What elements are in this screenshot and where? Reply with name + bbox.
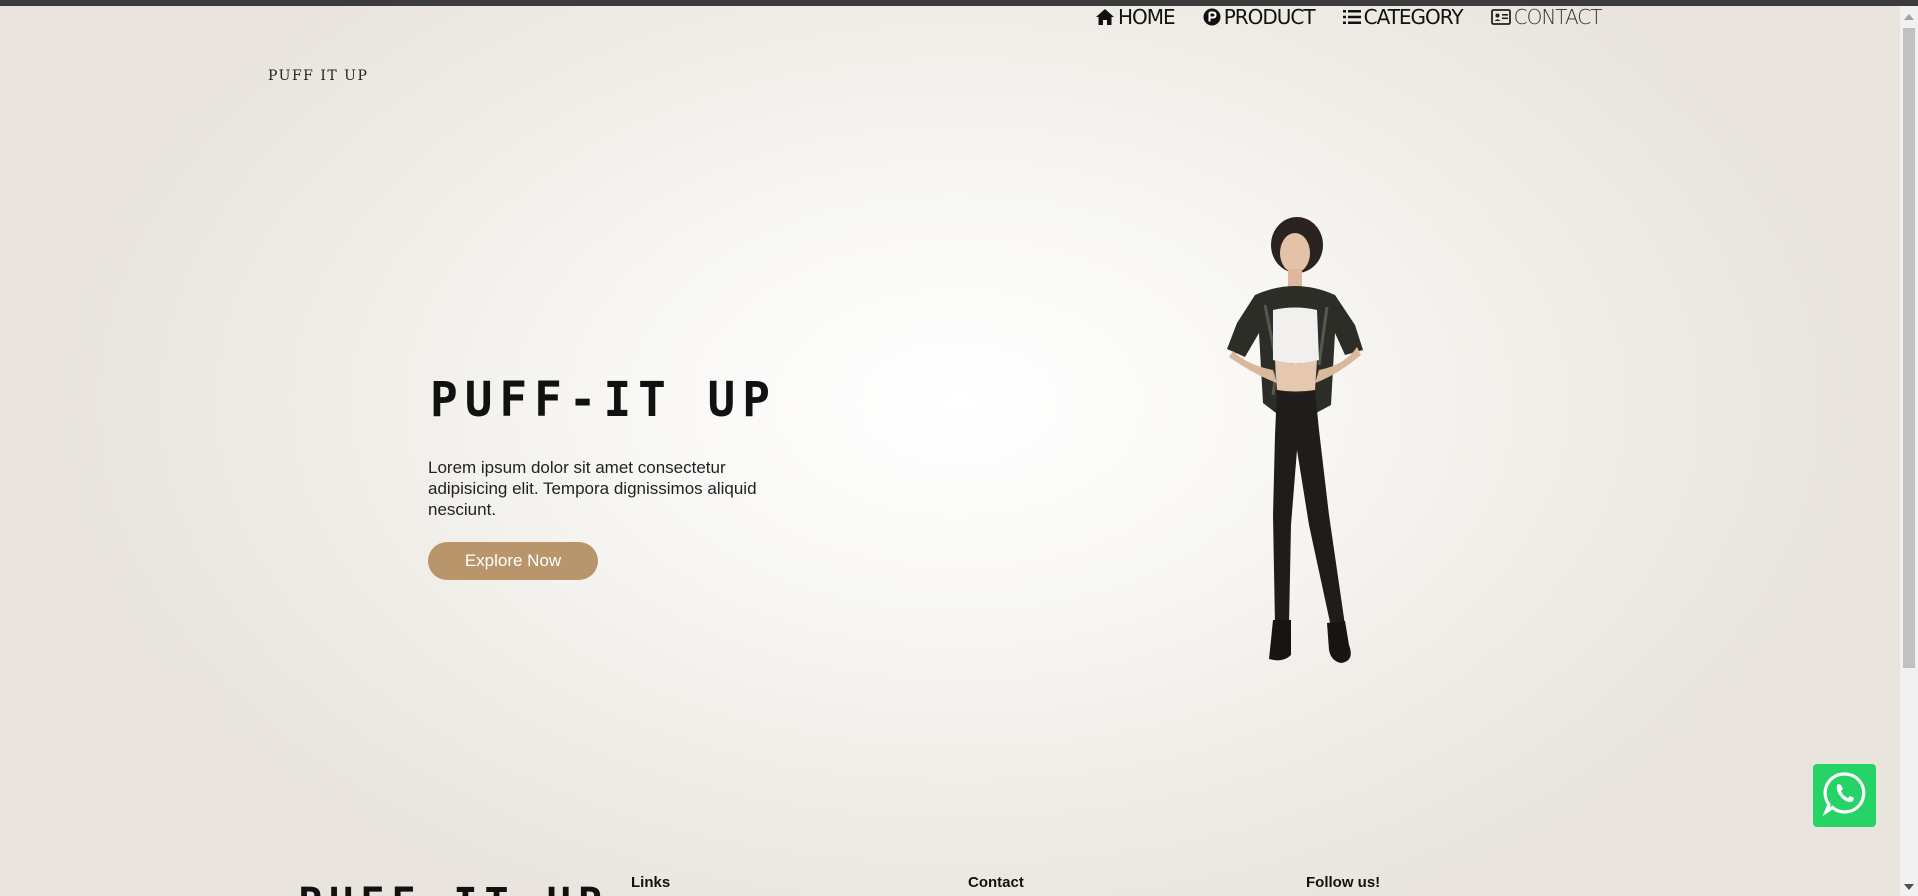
browser-top-bar — [0, 0, 1918, 6]
scroll-thumb[interactable] — [1903, 28, 1915, 668]
whatsapp-icon — [1822, 770, 1868, 821]
nav-home[interactable]: HOME — [1095, 5, 1176, 29]
footer-heading-follow: Follow us! — [1306, 874, 1381, 891]
whatsapp-button[interactable] — [1813, 764, 1876, 827]
footer-heading-contact: Contact — [968, 874, 1024, 891]
vertical-scrollbar[interactable] — [1900, 6, 1918, 896]
nav-contact-label: CONTACT — [1513, 5, 1603, 29]
footer-logo: PUFF-IT UP — [298, 880, 609, 896]
product-p-icon — [1203, 8, 1221, 26]
main-nav: HOME PRODUCT CATEGORY CONTACT — [1095, 4, 1603, 30]
page: HOME PRODUCT CATEGORY CONTACT PUFF IT UP… — [0, 0, 1918, 896]
scroll-down-arrow-icon[interactable] — [1904, 884, 1914, 890]
hero-title: PUFF-IT UP — [430, 370, 777, 428]
nav-category[interactable]: CATEGORY — [1342, 5, 1464, 29]
contact-card-icon — [1490, 9, 1511, 25]
scroll-up-arrow-icon[interactable] — [1904, 14, 1914, 20]
nav-category-label: CATEGORY — [1363, 5, 1464, 29]
nav-product-label: PRODUCT — [1223, 5, 1316, 29]
list-icon — [1342, 9, 1361, 25]
hero-description: Lorem ipsum dolor sit amet consectetur a… — [428, 458, 757, 519]
nav-home-label: HOME — [1118, 5, 1176, 29]
explore-now-button[interactable]: Explore Now — [428, 542, 598, 580]
site-logo[interactable]: PUFF IT UP — [268, 68, 368, 84]
footer-heading-links: Links — [631, 874, 671, 891]
home-icon — [1095, 8, 1115, 26]
nav-contact[interactable]: CONTACT — [1490, 5, 1603, 29]
nav-product[interactable]: PRODUCT — [1203, 5, 1316, 29]
model-photo — [1227, 217, 1363, 663]
